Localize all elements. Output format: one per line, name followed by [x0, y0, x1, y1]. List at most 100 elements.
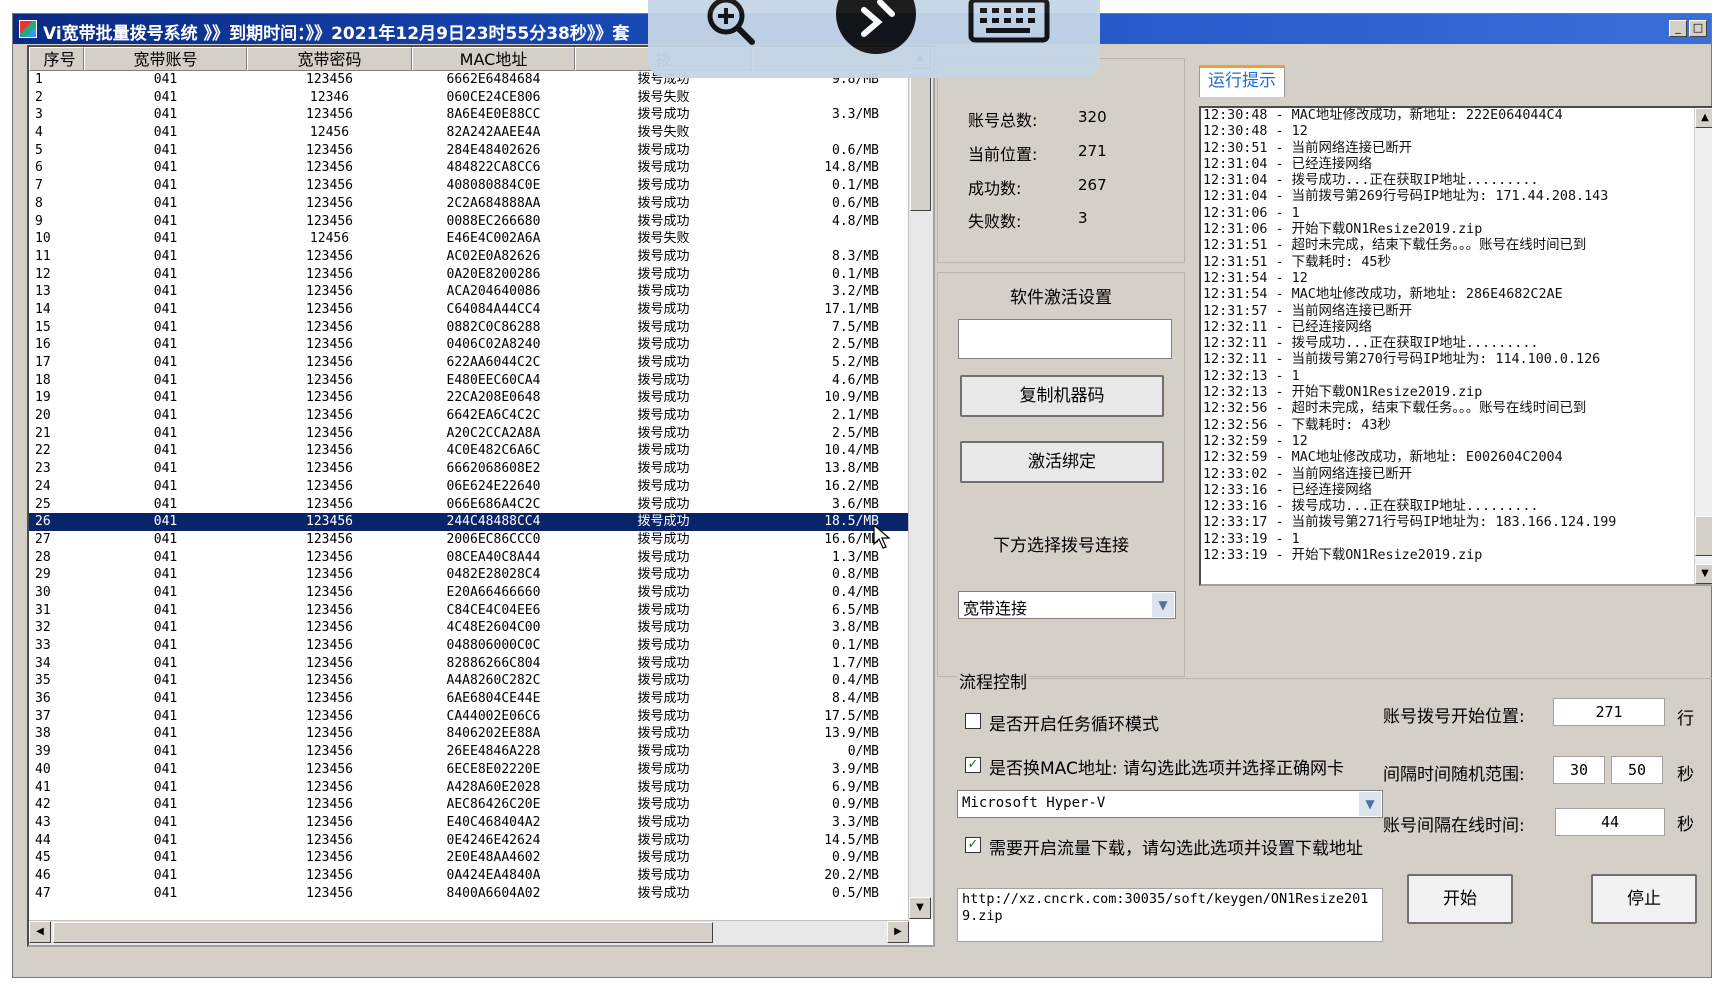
col-header-index[interactable]: 序号 [29, 47, 84, 71]
loop-mode-checkbox[interactable] [965, 713, 981, 729]
col-header-mac[interactable]: MAC地址 [412, 47, 575, 71]
table-row[interactable]: 13 041 123456 ACA204640086 拨号成功 3.2/MB [29, 283, 909, 301]
stop-button[interactable]: 停止 [1591, 874, 1697, 924]
col-header-account[interactable]: 宽带账号 [84, 47, 247, 71]
zoom-in-icon[interactable] [700, 0, 764, 48]
table-row[interactable]: 3 041 123456 8A6E4E0E88CC 拨号成功 3.3/MB [29, 106, 909, 124]
table-row[interactable]: 6 041 123456 484822CA8CC6 拨号成功 14.8/MB [29, 159, 909, 177]
start-position-input[interactable]: 271 [1553, 698, 1665, 726]
table-row[interactable]: 40 041 123456 6ECE8E02220E 拨号成功 3.9/MB [29, 761, 909, 779]
table-row[interactable]: 5 041 123456 284E48402626 拨号成功 0.6/MB [29, 142, 909, 160]
row-traffic: 0.6/MB [832, 142, 879, 158]
table-row[interactable]: 12 041 123456 0A20E8200286 拨号成功 0.1/MB [29, 266, 909, 284]
table-row[interactable]: 41 041 123456 A428A60E2028 拨号成功 6.9/MB [29, 779, 909, 797]
table-row[interactable]: 15 041 123456 0882C0C86288 拨号成功 7.5/MB [29, 319, 909, 337]
table-vertical-scrollbar[interactable]: ▲ ▼ [908, 47, 933, 919]
table-row[interactable]: 21 041 123456 A20C2CCA2A8A 拨号成功 2.5/MB [29, 425, 909, 443]
table-row[interactable]: 19 041 123456 22CA208E0648 拨号成功 10.9/MB [29, 389, 909, 407]
row-password: 123456 [306, 797, 353, 813]
table-row[interactable]: 16 041 123456 0406C02A8240 拨号成功 2.5/MB [29, 336, 909, 354]
log-scroll-thumb[interactable] [1695, 516, 1712, 556]
maximize-button[interactable]: □ [1689, 20, 1707, 37]
table-row[interactable]: 38 041 123456 8406202EE88A 拨号成功 13.9/MB [29, 725, 909, 743]
change-mac-checkbox[interactable]: ✓ [965, 757, 981, 773]
table-row[interactable]: 17 041 123456 622AA6044C2C 拨号成功 5.2/MB [29, 354, 909, 372]
log-scroll-down-icon[interactable]: ▼ [1695, 564, 1712, 584]
table-row[interactable]: 35 041 123456 A4A8260C282C 拨号成功 0.4/MB [29, 672, 909, 690]
table-row[interactable]: 4 041 12456 82A242AAEE4A 拨号失败 [29, 124, 909, 142]
table-row[interactable]: 28 041 123456 08CEA40C8A44 拨号成功 1.3/MB [29, 549, 909, 567]
vertical-scroll-thumb[interactable] [910, 71, 931, 211]
table-row[interactable]: 25 041 123456 066E686A4C2C 拨号成功 3.6/MB [29, 496, 909, 514]
table-row[interactable]: 24 041 123456 06E624E22640 拨号成功 16.2/MB [29, 478, 909, 496]
start-button[interactable]: 开始 [1407, 874, 1513, 924]
table-row[interactable]: 23 041 123456 6662068608E2 拨号成功 13.8/MB [29, 460, 909, 478]
log-output[interactable]: 12:30:48 - MAC地址修改成功，新地址: 222E064044C4 12… [1199, 106, 1712, 586]
table-row[interactable]: 9 041 123456 0088EC266680 拨号成功 4.8/MB [29, 213, 909, 231]
dial-connection-select[interactable]: 宽带连接 ▼ [958, 591, 1176, 619]
table-row[interactable]: 27 041 123456 2006EC86CCC0 拨号成功 16.6/MB [29, 531, 909, 549]
table-row[interactable]: 14 041 123456 C64084A44CC4 拨号成功 17.1/MB [29, 301, 909, 319]
table-row[interactable]: 10 041 12456 E46E4C002A6A 拨号失败 [29, 230, 909, 248]
table-row[interactable]: 46 041 123456 0A424EA4840A 拨号成功 20.2/MB [29, 867, 909, 885]
table-row[interactable]: 20 041 123456 6642EA6C4C2C 拨号成功 2.1/MB [29, 407, 909, 425]
table-row[interactable]: 8 041 123456 2C2A684888AA 拨号成功 0.6/MB [29, 195, 909, 213]
row-index: 15 [35, 319, 51, 335]
table-row[interactable]: 37 041 123456 CA44002E06C6 拨号成功 17.5/MB [29, 708, 909, 726]
table-row[interactable]: 30 041 123456 E20A66466660 拨号成功 0.4/MB [29, 584, 909, 602]
row-index: 40 [35, 761, 51, 777]
row-mac: CA44002E06C6 [446, 708, 541, 724]
row-traffic [752, 124, 909, 142]
table-row[interactable]: 11 041 123456 AC02E0A82626 拨号成功 8.3/MB [29, 248, 909, 266]
table-row[interactable]: 33 041 123456 048806000C0C 拨号成功 0.1/MB [29, 637, 909, 655]
activation-code-input[interactable] [958, 319, 1172, 359]
table-horizontal-scrollbar[interactable]: ◀ ▶ [29, 920, 909, 945]
table-row[interactable]: 32 041 123456 4C48E2604C00 拨号成功 3.8/MB [29, 619, 909, 637]
horizontal-scroll-thumb[interactable] [53, 922, 713, 943]
traffic-download-checkbox[interactable]: ✓ [965, 837, 981, 853]
row-mac: 408080884C0E [446, 178, 541, 194]
log-line: 12:33:19 - 开始下载ON1Resize2019.zip [1203, 548, 1483, 564]
tab-run-log[interactable]: 运行提示 [1199, 65, 1285, 97]
interval-min-input[interactable]: 30 [1553, 756, 1605, 784]
table-row[interactable]: 22 041 123456 4C0E482C6A6C 拨号成功 10.4/MB [29, 442, 909, 460]
scroll-right-arrow-icon[interactable]: ▶ [887, 921, 909, 943]
online-time-input[interactable]: 44 [1555, 808, 1665, 836]
log-scroll-up-icon[interactable]: ▲ [1695, 108, 1712, 128]
table-row[interactable]: 42 041 123456 AEC86426C20E 拨号成功 0.9/MB [29, 796, 909, 814]
remote-connect-icon[interactable] [834, 0, 918, 56]
interval-max-input[interactable]: 50 [1611, 756, 1663, 784]
table-row[interactable]: 29 041 123456 0482E28028C4 拨号成功 0.8/MB [29, 566, 909, 584]
table-row[interactable]: 44 041 123456 0E4246E42624 拨号成功 14.5/MB [29, 832, 909, 850]
col-header-password[interactable]: 宽带密码 [247, 47, 412, 71]
table-row[interactable]: 36 041 123456 6AE6804CE44E 拨号成功 8.4/MB [29, 690, 909, 708]
minimize-button[interactable]: _ [1669, 20, 1687, 37]
table-row[interactable]: 43 041 123456 E40C468404A2 拨号成功 3.3/MB [29, 814, 909, 832]
row-account: 041 [153, 584, 178, 600]
download-url-input[interactable]: http://xz.cncrk.com:30035/soft/keygen/ON… [957, 888, 1383, 942]
scroll-down-arrow-icon[interactable]: ▼ [909, 897, 931, 919]
table-row[interactable]: 47 041 123456 8400A6604A02 拨号成功 0.5/MB [29, 885, 909, 903]
table-row[interactable]: 18 041 123456 E480EEC60CA4 拨号成功 4.6/MB [29, 372, 909, 390]
table-row[interactable]: 31 041 123456 C84CE4C04EE6 拨号成功 6.5/MB [29, 602, 909, 620]
copy-machine-code-button[interactable]: 复制机器码 [960, 375, 1164, 417]
log-line: 12:32:59 - 12 [1203, 433, 1308, 449]
table-row[interactable]: 2 041 12346 060CE24CE806 拨号失败 [29, 89, 909, 107]
chevron-down-icon[interactable]: ▼ [1359, 792, 1381, 816]
row-mac: 26EE4846A228 [446, 744, 541, 760]
network-adapter-select[interactable]: Microsoft Hyper-V ▼ [957, 790, 1383, 818]
row-index: 22 [35, 443, 51, 459]
table-row[interactable]: 45 041 123456 2E0E48AA4602 拨号成功 0.9/MB [29, 849, 909, 867]
row-index: 8 [35, 195, 43, 211]
account-table[interactable]: 序号 宽带账号 宽带密码 MAC地址 拨 10411234566662E6484… [27, 45, 935, 947]
chevron-down-icon[interactable]: ▼ [1152, 593, 1174, 617]
log-vertical-scrollbar[interactable]: ▲ ▼ [1694, 108, 1712, 584]
table-row[interactable]: 39 041 123456 26EE4846A228 拨号成功 0/MB [29, 743, 909, 761]
table-row[interactable]: 34 041 123456 82886266C804 拨号成功 1.7/MB [29, 655, 909, 673]
row-status: 拨号成功 [637, 496, 690, 512]
table-row[interactable]: 26 041 123456 244C48488CC4 拨号成功 18.5/MB [29, 513, 909, 531]
keyboard-icon[interactable] [968, 0, 1050, 44]
table-row[interactable]: 7 041 123456 408080884C0E 拨号成功 0.1/MB [29, 177, 909, 195]
activate-bind-button[interactable]: 激活绑定 [960, 441, 1164, 483]
scroll-left-arrow-icon[interactable]: ◀ [29, 921, 51, 943]
